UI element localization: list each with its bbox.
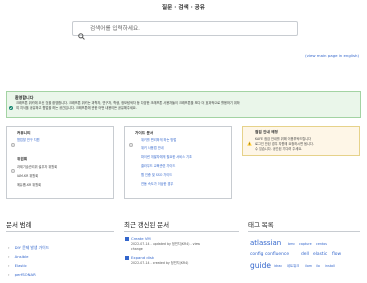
tag-link[interactable]: ilom: [305, 264, 312, 268]
notice-line: KAFE 점검 안내를 위해 이용부탁드립니다: [255, 137, 312, 141]
welcome-heading: 환영합니다: [15, 95, 34, 100]
guide-title: 가이드 문서: [135, 131, 154, 135]
guide-link[interactable]: 파이썬 개발자에게 필요한 서비스 기초: [141, 155, 192, 159]
tags-heading: 태그 목록: [248, 222, 274, 229]
tag-link[interactable]: guide: [250, 262, 271, 270]
welcome-text-line: 여 지식을 공유하고 협업을 하는 공간입니다. 크래프톤에 관한 어떤 내용이…: [16, 106, 137, 110]
recent-doc-link[interactable]: Create VM: [131, 237, 151, 241]
guide-link[interactable]: 연동 속도가 이상한 경우: [141, 182, 173, 186]
tag-link[interactable]: centos: [316, 242, 327, 246]
tag-link[interactable]: atlassian: [250, 240, 281, 247]
tag-link[interactable]: install: [325, 264, 335, 268]
community-link[interactable]: 협업할 연구 지원: [17, 138, 40, 142]
category-item[interactable]: › perfSONAR: [8, 263, 36, 279]
tag-link[interactable]: ilo: [316, 264, 320, 268]
guide-box: 가이드 문서 위키를 편리하게 하는 방법 위키 사용법 안내 파이썬 개발자에…: [124, 126, 232, 199]
recent-doc-meta: 2022-07-14 - created by 정민지(KR4): [131, 261, 189, 265]
main-page-english-link[interactable]: (view main page in english): [305, 54, 359, 58]
search-icon: [78, 25, 85, 44]
category-item-label: perfSONAR: [14, 272, 36, 277]
recent-heading: 최근 갱신된 문서: [124, 222, 170, 229]
tag-link[interactable]: confluence: [265, 252, 289, 257]
committee-item[interactable]: 에듀롭-KR 위원회: [17, 183, 41, 187]
guide-link[interactable]: 위키 사용법 안내: [141, 146, 164, 150]
tag-link[interactable]: flow: [332, 252, 341, 257]
divider: [124, 231, 239, 232]
recent-doc-meta: change: [131, 247, 143, 251]
community-box: 커뮤니티 협업할 연구 지원 위원회 과제기술관리위 설무자 위원회 IAM-K…: [6, 126, 114, 199]
guide-link[interactable]: 위키를 편리하게 하는 방법: [141, 138, 176, 142]
page-icon: [125, 237, 129, 241]
recent-doc-link[interactable]: Expand disk: [131, 256, 154, 260]
notice-line: 로그인 안된 경우 자원에 요청하시면 됩니다.: [255, 142, 314, 146]
divider: [248, 231, 360, 232]
guide-link[interactable]: 클라우드 교육관련 가이드: [141, 164, 175, 168]
notice-title: 점검 안내 예정: [255, 130, 278, 134]
check-icon: [9, 95, 13, 114]
tag-link[interactable]: bmc: [288, 242, 295, 246]
tag-link[interactable]: capture: [299, 242, 312, 246]
info-icon: [129, 132, 133, 151]
page-icon: [125, 256, 129, 260]
search-box[interactable]: [72, 21, 298, 40]
welcome-text-line: 크래프톤 위키에 오신 것을 환영합니다. 크래프톤 위키는 과학자, 연구자,…: [16, 101, 240, 105]
tag-link[interactable]: 네트워크: [287, 264, 299, 268]
tag-link[interactable]: dell: [301, 252, 309, 257]
chevron-right-icon: ›: [8, 272, 10, 277]
warning-icon: [247, 131, 252, 150]
notice-line: 수 있습니다. 공간된 기다려 주세요.: [255, 147, 303, 151]
tag-link[interactable]: config: [250, 252, 263, 257]
recent-doc-meta: 2022-07-14 - updated by 정민지(KR4) - view: [131, 242, 201, 246]
welcome-panel: 환영합니다 크래프톤 위키에 오신 것을 환영합니다. 크래프톤 위키는 과학자…: [6, 91, 361, 118]
tag-link[interactable]: elastic: [313, 252, 327, 257]
committee-item[interactable]: 과제기술관리위 설무자 위원회: [17, 165, 57, 169]
guide-link[interactable]: 웹 인증 및 SSO 가이드: [141, 173, 172, 177]
divider: [6, 231, 114, 232]
info-icon: [11, 158, 15, 177]
committee-item[interactable]: IAM-KR 위원회: [17, 174, 38, 178]
tag-link[interactable]: idrac: [274, 264, 282, 268]
page-title: 질문 · 검색 · 공유: [162, 5, 205, 11]
notice-box: 점검 안내 예정 KAFE 점검 안내를 위해 이용부탁드립니다 로그인 안된 …: [242, 126, 360, 156]
committee-title: 위원회: [17, 157, 28, 161]
search-input[interactable]: [90, 24, 290, 34]
community-title: 커뮤니티: [17, 131, 31, 135]
doc-category-heading: 문서 범례: [6, 222, 32, 229]
info-icon: [11, 132, 15, 151]
